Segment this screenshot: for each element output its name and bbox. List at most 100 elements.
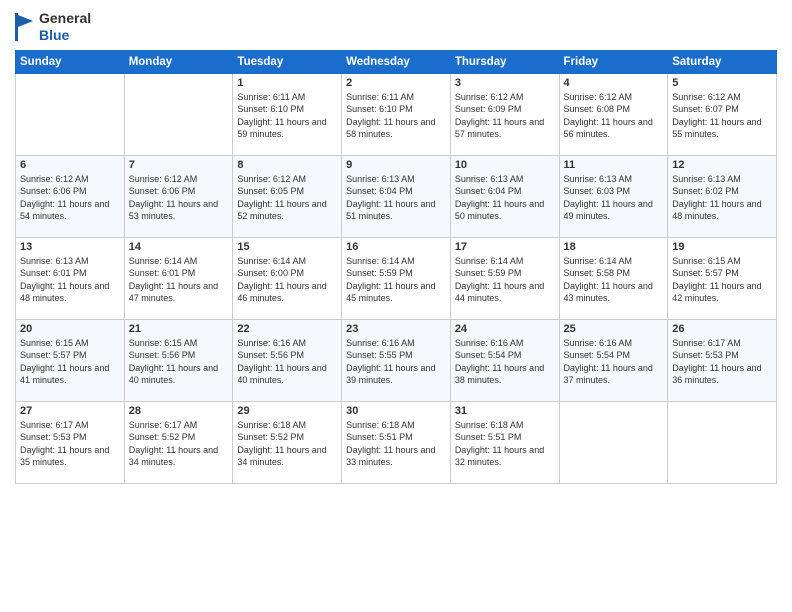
calendar-cell: 15 Sunrise: 6:14 AM Sunset: 6:00 PM Dayli… xyxy=(233,237,342,319)
calendar-cell: 25 Sunrise: 6:16 AM Sunset: 5:54 PM Dayli… xyxy=(559,319,668,401)
calendar-cell: 13 Sunrise: 6:13 AM Sunset: 6:01 PM Dayli… xyxy=(16,237,125,319)
calendar-week-row: 1 Sunrise: 6:11 AM Sunset: 6:10 PM Daylig… xyxy=(16,73,777,155)
day-number: 15 xyxy=(237,241,337,253)
day-info: Sunrise: 6:16 AM Sunset: 5:54 PM Dayligh… xyxy=(455,337,555,387)
day-number: 19 xyxy=(672,241,772,253)
day-number: 24 xyxy=(455,323,555,335)
calendar-cell: 12Sunrise: 6:13 AM Sunset: 6:02 PM Dayli… xyxy=(668,155,777,237)
weekday-header-monday: Monday xyxy=(124,50,233,73)
calendar-cell: 7 Sunrise: 6:12 AM Sunset: 6:06 PM Daylig… xyxy=(124,155,233,237)
calendar-table: SundayMondayTuesdayWednesdayThursdayFrid… xyxy=(15,50,777,484)
day-number: 28 xyxy=(129,405,229,417)
calendar-cell: 2Sunrise: 6:11 AM Sunset: 6:10 PM Daylig… xyxy=(342,73,451,155)
day-number: 6 xyxy=(20,159,120,171)
day-number: 27 xyxy=(20,405,120,417)
page-header: General Blue xyxy=(15,10,777,44)
calendar-cell: 21 Sunrise: 6:15 AM Sunset: 5:56 PM Dayli… xyxy=(124,319,233,401)
day-number: 16 xyxy=(346,241,446,253)
day-info: Sunrise: 6:14 AM Sunset: 6:00 PM Dayligh… xyxy=(237,255,337,305)
calendar-cell: 24 Sunrise: 6:16 AM Sunset: 5:54 PM Dayli… xyxy=(450,319,559,401)
day-number: 30 xyxy=(346,405,446,417)
calendar-cell: 8 Sunrise: 6:12 AM Sunset: 6:05 PM Daylig… xyxy=(233,155,342,237)
day-number: 25 xyxy=(564,323,664,335)
day-info: Sunrise: 6:14 AM Sunset: 5:58 PM Dayligh… xyxy=(564,255,664,305)
day-number: 10 xyxy=(455,159,555,171)
day-info: Sunrise: 6:12 AM Sunset: 6:05 PM Dayligh… xyxy=(237,173,337,223)
calendar-cell: 19 Sunrise: 6:15 AM Sunset: 5:57 PM Dayli… xyxy=(668,237,777,319)
day-info: Sunrise: 6:16 AM Sunset: 5:54 PM Dayligh… xyxy=(564,337,664,387)
calendar-cell: 14Sunrise: 6:14 AM Sunset: 6:01 PM Dayli… xyxy=(124,237,233,319)
day-number: 17 xyxy=(455,241,555,253)
day-info: Sunrise: 6:17 AM Sunset: 5:53 PM Dayligh… xyxy=(20,419,120,469)
calendar-cell: 27 Sunrise: 6:17 AM Sunset: 5:53 PM Dayli… xyxy=(16,401,125,483)
calendar-cell xyxy=(559,401,668,483)
calendar-cell: 23Sunrise: 6:16 AM Sunset: 5:55 PM Dayli… xyxy=(342,319,451,401)
day-info: Sunrise: 6:15 AM Sunset: 5:57 PM Dayligh… xyxy=(672,255,772,305)
day-number: 23 xyxy=(346,323,446,335)
day-info: Sunrise: 6:13 AM Sunset: 6:03 PM Dayligh… xyxy=(564,173,664,223)
logo-general: General xyxy=(39,10,91,27)
day-number: 26 xyxy=(672,323,772,335)
calendar-week-row: 27 Sunrise: 6:17 AM Sunset: 5:53 PM Dayli… xyxy=(16,401,777,483)
day-number: 31 xyxy=(455,405,555,417)
day-number: 13 xyxy=(20,241,120,253)
day-number: 3 xyxy=(455,77,555,89)
calendar-cell: 4 Sunrise: 6:12 AM Sunset: 6:08 PM Daylig… xyxy=(559,73,668,155)
logo-blue: Blue xyxy=(39,27,91,44)
day-number: 18 xyxy=(564,241,664,253)
calendar-cell: 1 Sunrise: 6:11 AM Sunset: 6:10 PM Daylig… xyxy=(233,73,342,155)
calendar-cell: 3 Sunrise: 6:12 AM Sunset: 6:09 PM Daylig… xyxy=(450,73,559,155)
weekday-header-tuesday: Tuesday xyxy=(233,50,342,73)
day-number: 5 xyxy=(672,77,772,89)
day-number: 7 xyxy=(129,159,229,171)
calendar-cell: 17 Sunrise: 6:14 AM Sunset: 5:59 PM Dayli… xyxy=(450,237,559,319)
calendar-cell xyxy=(668,401,777,483)
day-number: 1 xyxy=(237,77,337,89)
weekday-header-wednesday: Wednesday xyxy=(342,50,451,73)
calendar-cell: 16 Sunrise: 6:14 AM Sunset: 5:59 PM Dayli… xyxy=(342,237,451,319)
weekday-header-saturday: Saturday xyxy=(668,50,777,73)
day-number: 8 xyxy=(237,159,337,171)
day-number: 4 xyxy=(564,77,664,89)
day-number: 22 xyxy=(237,323,337,335)
calendar-cell: 28Sunrise: 6:17 AM Sunset: 5:52 PM Dayli… xyxy=(124,401,233,483)
day-info: Sunrise: 6:14 AM Sunset: 5:59 PM Dayligh… xyxy=(455,255,555,305)
day-info: Sunrise: 6:12 AM Sunset: 6:06 PM Dayligh… xyxy=(129,173,229,223)
day-info: Sunrise: 6:16 AM Sunset: 5:56 PM Dayligh… xyxy=(237,337,337,387)
calendar-cell: 31 Sunrise: 6:18 AM Sunset: 5:51 PM Dayli… xyxy=(450,401,559,483)
day-number: 14 xyxy=(129,241,229,253)
calendar-cell: 9 Sunrise: 6:13 AM Sunset: 6:04 PM Daylig… xyxy=(342,155,451,237)
weekday-header-sunday: Sunday xyxy=(16,50,125,73)
day-info: Sunrise: 6:18 AM Sunset: 5:51 PM Dayligh… xyxy=(455,419,555,469)
day-info: Sunrise: 6:13 AM Sunset: 6:02 PM Dayligh… xyxy=(672,173,772,223)
calendar-cell xyxy=(124,73,233,155)
calendar-cell: 10 Sunrise: 6:13 AM Sunset: 6:04 PM Dayli… xyxy=(450,155,559,237)
day-number: 20 xyxy=(20,323,120,335)
day-info: Sunrise: 6:17 AM Sunset: 5:53 PM Dayligh… xyxy=(672,337,772,387)
weekday-header-thursday: Thursday xyxy=(450,50,559,73)
day-info: Sunrise: 6:18 AM Sunset: 5:52 PM Dayligh… xyxy=(237,419,337,469)
day-info: Sunrise: 6:14 AM Sunset: 5:59 PM Dayligh… xyxy=(346,255,446,305)
day-info: Sunrise: 6:15 AM Sunset: 5:57 PM Dayligh… xyxy=(20,337,120,387)
calendar-cell: 26 Sunrise: 6:17 AM Sunset: 5:53 PM Dayli… xyxy=(668,319,777,401)
day-number: 11 xyxy=(564,159,664,171)
calendar-cell: 18 Sunrise: 6:14 AM Sunset: 5:58 PM Dayli… xyxy=(559,237,668,319)
day-number: 9 xyxy=(346,159,446,171)
day-number: 29 xyxy=(237,405,337,417)
calendar-week-row: 13 Sunrise: 6:13 AM Sunset: 6:01 PM Dayli… xyxy=(16,237,777,319)
calendar-header-row: SundayMondayTuesdayWednesdayThursdayFrid… xyxy=(16,50,777,73)
day-info: Sunrise: 6:13 AM Sunset: 6:04 PM Dayligh… xyxy=(455,173,555,223)
day-info: Sunrise: 6:11 AM Sunset: 6:10 PM Dayligh… xyxy=(237,91,337,141)
day-info: Sunrise: 6:12 AM Sunset: 6:07 PM Dayligh… xyxy=(672,91,772,141)
day-info: Sunrise: 6:13 AM Sunset: 6:04 PM Dayligh… xyxy=(346,173,446,223)
day-number: 21 xyxy=(129,323,229,335)
day-number: 2 xyxy=(346,77,446,89)
day-info: Sunrise: 6:15 AM Sunset: 5:56 PM Dayligh… xyxy=(129,337,229,387)
calendar-cell: 29 Sunrise: 6:18 AM Sunset: 5:52 PM Dayli… xyxy=(233,401,342,483)
day-info: Sunrise: 6:12 AM Sunset: 6:09 PM Dayligh… xyxy=(455,91,555,141)
logo-flag-icon xyxy=(15,13,35,41)
calendar-cell: 5 Sunrise: 6:12 AM Sunset: 6:07 PM Daylig… xyxy=(668,73,777,155)
day-info: Sunrise: 6:13 AM Sunset: 6:01 PM Dayligh… xyxy=(20,255,120,305)
calendar-cell: 11 Sunrise: 6:13 AM Sunset: 6:03 PM Dayli… xyxy=(559,155,668,237)
day-info: Sunrise: 6:12 AM Sunset: 6:08 PM Dayligh… xyxy=(564,91,664,141)
